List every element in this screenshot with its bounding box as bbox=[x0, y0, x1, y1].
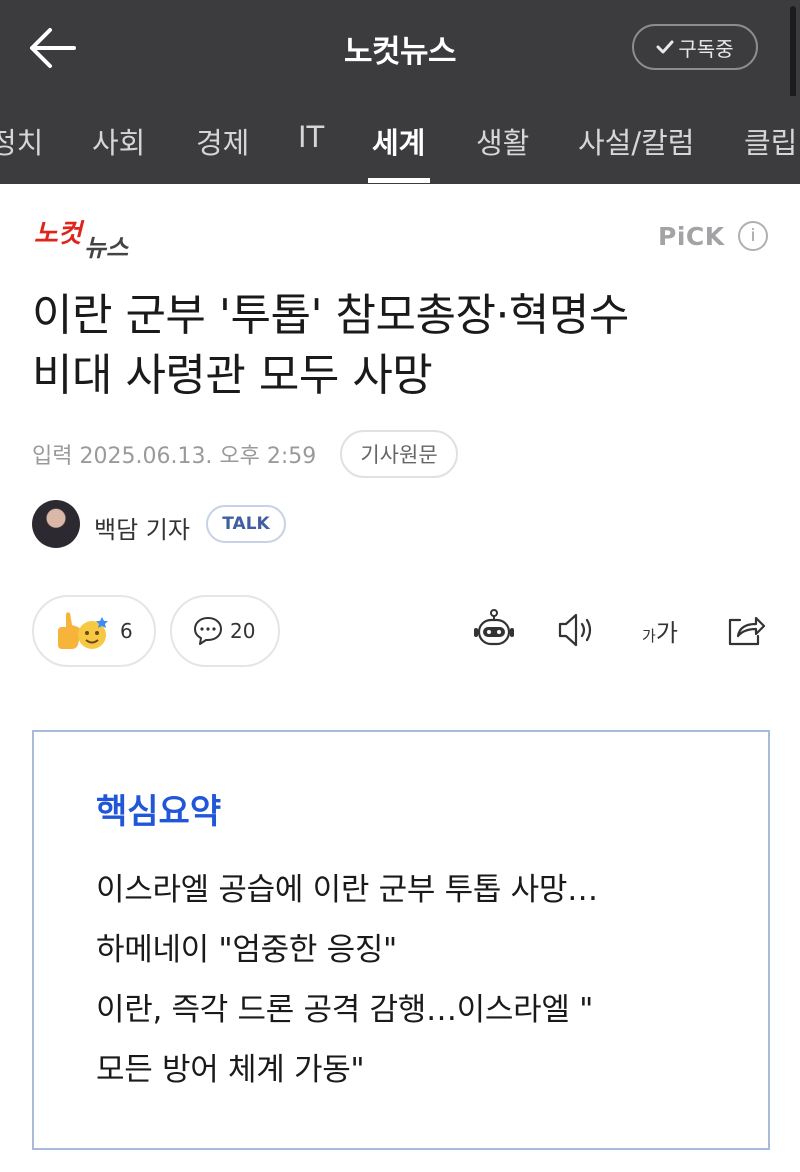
summary-title: 핵심요약 bbox=[96, 792, 222, 832]
press-logo[interactable]: 노컷 뉴스 bbox=[32, 212, 144, 260]
font-size-button[interactable]: 가가 bbox=[634, 604, 686, 656]
speaker-icon bbox=[558, 613, 592, 647]
headline-line: 이란 군부 '투톱' 참모총장·혁명수 bbox=[32, 290, 629, 341]
reaction-button[interactable]: 6 bbox=[32, 595, 156, 667]
active-tab-indicator bbox=[368, 178, 430, 183]
summary-line: 이스라엘 공습에 이란 군부 투톱 사망… bbox=[96, 872, 598, 908]
tab-world[interactable]: 세계 bbox=[372, 120, 425, 162]
key-summary-box: 핵심요약 이스라엘 공습에 이란 군부 투톱 사망… 하메네이 "엄중한 응징"… bbox=[32, 730, 770, 1150]
summary-text: 이스라엘 공습에 이란 군부 투톱 사망… 하메네이 "엄중한 응징" 이란, … bbox=[96, 860, 736, 1100]
robot-icon bbox=[474, 609, 514, 646]
tab-society[interactable]: 사회 bbox=[92, 120, 145, 162]
tab-economy[interactable]: 경제 bbox=[196, 120, 249, 162]
article-headline: 이란 군부 '투톱' 참모총장·혁명수 비대 사령관 모두 사망 bbox=[32, 286, 772, 406]
reporter-avatar[interactable] bbox=[32, 500, 80, 548]
svg-text:노컷: 노컷 bbox=[34, 219, 85, 249]
talk-button[interactable]: TALK bbox=[206, 505, 286, 543]
comment-count: 20 bbox=[230, 619, 256, 643]
tab-it[interactable]: IT bbox=[298, 120, 324, 154]
summary-line: 이란, 즉각 드론 공격 감행…이스라엘 " bbox=[96, 992, 594, 1028]
like-emoji-icon bbox=[58, 612, 108, 649]
tab-life[interactable]: 생활 bbox=[476, 120, 529, 162]
original-article-button[interactable]: 기사원문 bbox=[340, 430, 458, 478]
summary-line: 모든 방어 체계 가동" bbox=[96, 1052, 365, 1088]
headline-line: 비대 사령관 모두 사망 bbox=[32, 350, 433, 401]
subscribe-button[interactable]: 구독중 bbox=[632, 24, 758, 70]
share-button[interactable] bbox=[722, 604, 770, 656]
category-tabs: 정치 사회 경제 IT 세계 생활 사설/칼럼 클립 bbox=[0, 96, 800, 184]
text-to-speech-button[interactable] bbox=[552, 604, 600, 656]
check-icon bbox=[656, 40, 674, 54]
tab-opinion[interactable]: 사설/칼럼 bbox=[578, 120, 695, 162]
font-size-icon: 가가 bbox=[642, 618, 678, 647]
info-icon[interactable]: i bbox=[738, 221, 768, 251]
reaction-count: 6 bbox=[120, 619, 133, 643]
comment-button[interactable]: 20 bbox=[170, 595, 280, 667]
summary-line: 하메네이 "엄중한 응징" bbox=[96, 932, 398, 968]
ai-summary-button[interactable] bbox=[470, 604, 518, 656]
publish-date: 입력 2025.06.13. 오후 2:59 bbox=[32, 444, 317, 469]
subscribe-label: 구독중 bbox=[678, 36, 734, 61]
share-icon bbox=[728, 616, 766, 646]
svg-text:뉴스: 뉴스 bbox=[84, 234, 129, 260]
tab-clip[interactable]: 클립 bbox=[744, 120, 797, 162]
tab-politics[interactable]: 정치 bbox=[0, 120, 43, 162]
pick-badge: PiCK bbox=[658, 222, 725, 251]
reporter-name[interactable]: 백담 기자 bbox=[94, 510, 190, 545]
comment-icon bbox=[194, 617, 222, 645]
app-header: 노컷뉴스 구독중 bbox=[0, 0, 800, 96]
